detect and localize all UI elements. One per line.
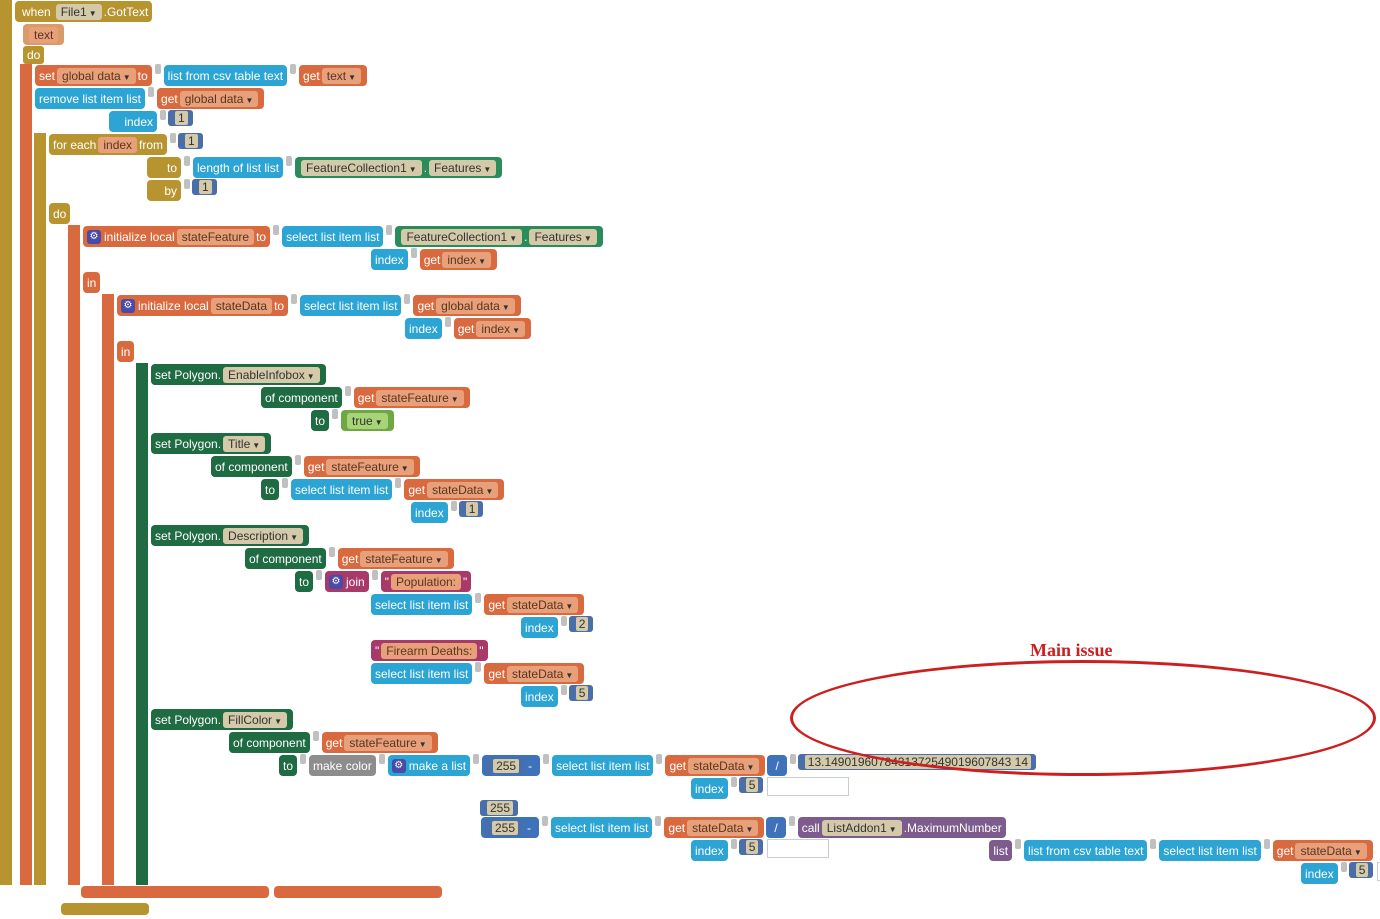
get-index2[interactable]: getindex▼ bbox=[454, 318, 531, 339]
select-list-item4[interactable]: select list item list bbox=[371, 594, 472, 615]
set-polygon-title[interactable]: set Polygon.Title▼ bbox=[151, 433, 271, 454]
do-label: do bbox=[23, 46, 44, 64]
stub1 bbox=[81, 886, 269, 898]
index-1[interactable]: 1 bbox=[459, 501, 484, 517]
get-statedata3[interactable]: getstateData▼ bbox=[484, 663, 584, 684]
gear-icon3[interactable]: ⚙ bbox=[329, 575, 343, 589]
index-5d[interactable]: 5 bbox=[1349, 862, 1374, 878]
text-firearm[interactable]: "Firearm Deaths:" bbox=[371, 640, 488, 661]
of-component3: of component bbox=[245, 548, 326, 569]
select-list-item7[interactable]: select list item list bbox=[551, 817, 652, 838]
make-a-list-block[interactable]: ⚙make a list bbox=[388, 755, 470, 776]
set-polygon-description[interactable]: set Polygon.Description▼ bbox=[151, 525, 309, 546]
from-val[interactable]: 1 bbox=[178, 133, 203, 149]
get-global-data[interactable]: getglobal data▼ bbox=[157, 88, 264, 109]
list-arg: list bbox=[989, 840, 1012, 861]
select-list-item5[interactable]: select list item list bbox=[371, 663, 472, 684]
list-from-csv2[interactable]: list from csv table text bbox=[1024, 840, 1147, 861]
set-polygon-fillcolor[interactable]: set Polygon.FillColor▼ bbox=[151, 709, 293, 730]
div-block2[interactable]: / bbox=[766, 817, 785, 838]
make-color-block[interactable]: make color bbox=[309, 755, 376, 776]
get-statefeature4[interactable]: getstateFeature▼ bbox=[322, 732, 438, 753]
by-label: by bbox=[147, 180, 181, 201]
to-label4: to bbox=[295, 571, 313, 592]
get-statefeature2[interactable]: getstateFeature▼ bbox=[304, 456, 420, 477]
set-global-data[interactable]: setglobal data▼to bbox=[35, 65, 152, 86]
minus-block[interactable]: 255- bbox=[482, 755, 540, 776]
stub2 bbox=[274, 886, 442, 898]
of-component4: of component bbox=[229, 732, 310, 753]
annotation-main-issue: Main issue bbox=[1030, 640, 1113, 661]
empty-socket[interactable] bbox=[767, 777, 849, 796]
index-label4: index bbox=[411, 502, 448, 523]
div-block[interactable]: / bbox=[767, 755, 786, 776]
index-2[interactable]: 2 bbox=[569, 616, 594, 632]
index-label3: index bbox=[405, 318, 442, 339]
select-list-item3[interactable]: select list item list bbox=[291, 479, 392, 500]
join-block[interactable]: ⚙join bbox=[325, 571, 369, 592]
fc-block[interactable]: FeatureCollection1▼.Features▼ bbox=[295, 157, 502, 178]
index-label8: index bbox=[691, 840, 728, 861]
get-index[interactable]: getindex▼ bbox=[420, 249, 497, 270]
set-polygon-enableinfobox[interactable]: set Polygon.EnableInfobox▼ bbox=[151, 364, 326, 385]
bignum[interactable]: 13.1490196078431372549019607843 14 bbox=[798, 754, 1036, 770]
in-label2: in bbox=[117, 341, 134, 362]
get-statefeature3[interactable]: getstateFeature▼ bbox=[338, 548, 454, 569]
get-global-data2[interactable]: getglobal data▼ bbox=[413, 295, 520, 316]
call-listaddon[interactable]: call ListAddon1▼.MaximumNumber bbox=[798, 817, 1006, 838]
empty-socket2[interactable] bbox=[767, 839, 829, 858]
of-component: of component bbox=[261, 387, 342, 408]
index-label6: index bbox=[521, 686, 558, 707]
get-statefeature[interactable]: getstateFeature▼ bbox=[354, 387, 470, 408]
gear-icon2[interactable]: ⚙ bbox=[121, 299, 135, 313]
foreach-block[interactable]: for each index from bbox=[49, 134, 167, 155]
index-label5: index bbox=[521, 617, 558, 638]
get-statedata6[interactable]: getstateData▼ bbox=[1273, 840, 1373, 861]
list-from-csv-block[interactable]: list from csv table text bbox=[164, 65, 287, 86]
do-label2: do bbox=[49, 203, 70, 224]
n255[interactable]: 255 bbox=[486, 758, 524, 774]
gear-icon[interactable]: ⚙ bbox=[87, 230, 101, 244]
component-dropdown[interactable]: File1▼ bbox=[56, 4, 102, 20]
get-statedata5[interactable]: getstateData▼ bbox=[664, 817, 764, 838]
index-label9: index bbox=[1301, 863, 1338, 884]
index-5[interactable]: 5 bbox=[569, 685, 594, 701]
by-val[interactable]: 1 bbox=[192, 179, 217, 195]
init-statedata[interactable]: ⚙initialize local stateData to bbox=[117, 295, 288, 316]
select-list-item[interactable]: select list item list bbox=[282, 226, 383, 247]
true-block[interactable]: true▼ bbox=[341, 410, 394, 431]
select-list-item2[interactable]: select list item list bbox=[300, 295, 401, 316]
in-label: in bbox=[83, 272, 100, 293]
to-label3: to bbox=[261, 479, 279, 500]
to-label5: to bbox=[279, 755, 297, 776]
get-statedata2[interactable]: getstateData▼ bbox=[484, 594, 584, 615]
event-param[interactable]: text bbox=[23, 24, 64, 45]
minus-block2[interactable]: 255- bbox=[481, 817, 539, 838]
get-text-block[interactable]: gettext▼ bbox=[299, 65, 367, 86]
n255-2[interactable]: 255 bbox=[480, 800, 518, 816]
index-label: index bbox=[109, 111, 157, 132]
select-list-item8[interactable]: select list item list bbox=[1159, 840, 1260, 861]
init-statefeature[interactable]: ⚙initialize local stateFeature to bbox=[83, 226, 270, 247]
select-list-item6[interactable]: select list item list bbox=[552, 755, 653, 776]
remove-list-item[interactable]: remove list item list bbox=[35, 88, 145, 109]
text-population[interactable]: "Population:" bbox=[381, 571, 472, 592]
fc-block2[interactable]: FeatureCollection1▼.Features▼ bbox=[395, 226, 602, 247]
length-block[interactable]: length of list list bbox=[193, 157, 283, 178]
stub3 bbox=[61, 903, 149, 915]
var-dropdown[interactable]: global data▼ bbox=[57, 68, 136, 84]
gear-icon4[interactable]: ⚙ bbox=[392, 759, 406, 773]
get-statedata[interactable]: getstateData▼ bbox=[404, 479, 504, 500]
index-label7: index bbox=[691, 778, 728, 799]
index-5b[interactable]: 5 bbox=[739, 777, 764, 793]
event-header[interactable]: whenFile1▼.GotText bbox=[15, 1, 152, 22]
number-1[interactable]: 1 bbox=[168, 110, 193, 126]
index-label2: index bbox=[371, 249, 408, 270]
of-component2: of component bbox=[211, 456, 292, 477]
get-statedata4[interactable]: getstateData▼ bbox=[665, 755, 765, 776]
to-label2: to bbox=[311, 410, 329, 431]
index-5c[interactable]: 5 bbox=[739, 839, 764, 855]
to-label: to bbox=[147, 157, 181, 178]
